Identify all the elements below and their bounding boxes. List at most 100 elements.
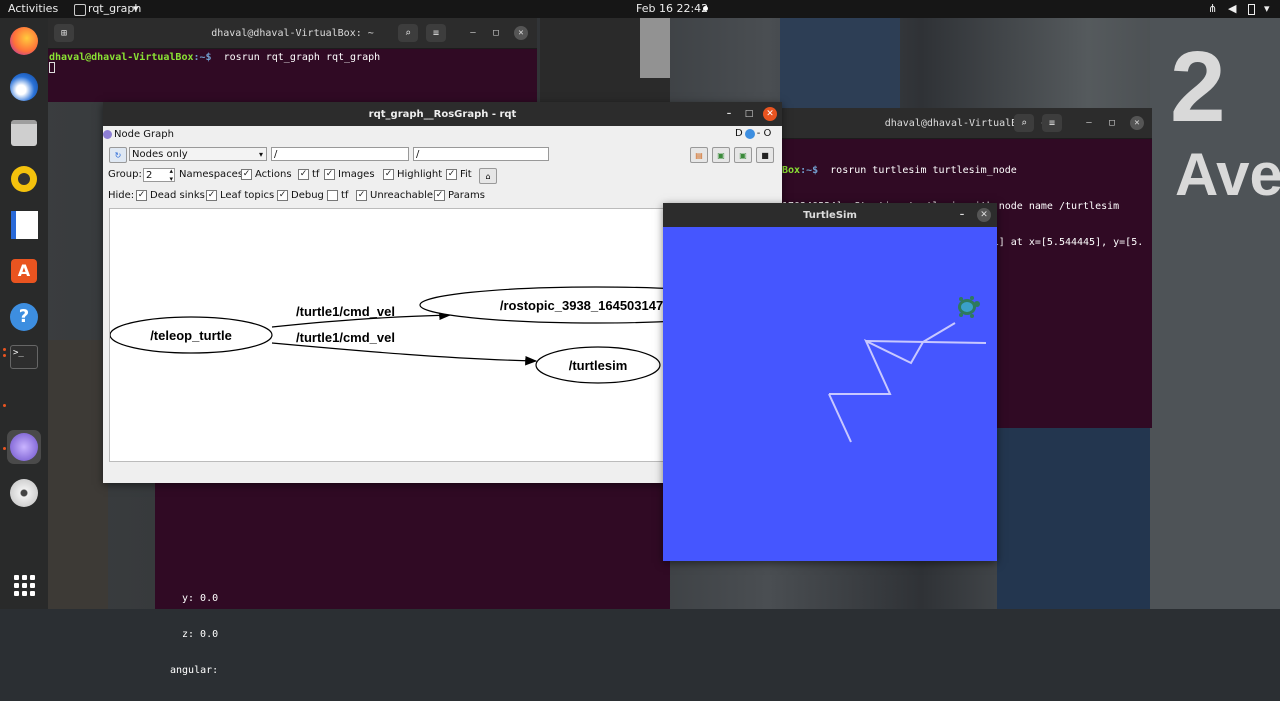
topic-filter-input[interactable]: / xyxy=(413,147,549,161)
info-icon[interactable] xyxy=(744,128,755,139)
software-center-icon[interactable]: A xyxy=(7,254,41,288)
terminal-titlebar[interactable]: dhaval@dhaval-VirtualBox: ~ ⌕ ≡ – □ ✕ xyxy=(780,108,1152,139)
edge-label[interactable]: /turtle1/cmd_vel xyxy=(296,330,395,345)
clock[interactable]: Feb 16 22:42 xyxy=(636,2,708,15)
save-svg-icon[interactable]: ▣ xyxy=(734,147,752,163)
chevron-down-icon[interactable]: ▾ xyxy=(133,2,139,15)
show-applications-icon[interactable] xyxy=(7,568,41,602)
files-icon[interactable] xyxy=(7,116,41,150)
terminal-window-1-body[interactable]: y: 0.0 z: 0.0 angular: xyxy=(155,483,670,676)
wallpaper-light xyxy=(640,18,670,78)
node-label[interactable]: /turtlesim xyxy=(569,358,628,373)
tf-hide-checkbox[interactable]: tf xyxy=(327,190,348,201)
terminal-line: z: 0.0 xyxy=(182,629,219,640)
wallpaper-panel xyxy=(780,18,900,108)
edge-label[interactable]: /turtle1/cmd_vel xyxy=(296,304,395,319)
turtle-trail xyxy=(828,393,852,443)
search-icon[interactable]: ⌕ xyxy=(1014,114,1034,132)
terminal-title: dhaval@dhaval-VirtualBox: ~ xyxy=(211,27,374,39)
rqt-icon[interactable] xyxy=(7,430,41,464)
network-icon[interactable]: ⋔ xyxy=(1208,2,1217,15)
wallpaper-wall xyxy=(997,428,1150,609)
terminal-cursor xyxy=(49,62,55,73)
leaf-topics-checkbox[interactable]: ✓ Leaf topics xyxy=(206,190,274,201)
minimize-icon[interactable]: – xyxy=(466,26,480,40)
images-checkbox[interactable]: ✓ Images xyxy=(324,169,375,180)
dead-sinks-checkbox[interactable]: ✓ Dead sinks xyxy=(136,190,205,201)
minimize-icon[interactable]: – xyxy=(955,208,969,222)
terminal-window-1[interactable]: ⊞ dhaval@dhaval-VirtualBox: ~ ⌕ ≡ – □ ✕ … xyxy=(48,18,537,102)
thunderbird-icon[interactable] xyxy=(7,70,41,104)
node-label[interactable]: /teleop_turtle xyxy=(150,328,232,343)
running-indicator xyxy=(3,404,6,407)
minimize-icon[interactable]: – xyxy=(722,107,736,121)
unreachable-checkbox[interactable]: ✓ Unreachable xyxy=(356,190,433,201)
highlight-checkbox[interactable]: ✓ Highlight xyxy=(383,169,442,180)
battery-icon[interactable] xyxy=(1248,4,1255,15)
activities-button[interactable]: Activities xyxy=(8,2,58,15)
wallpaper-floor xyxy=(48,340,108,609)
close-icon[interactable]: ✕ xyxy=(514,26,528,40)
rhythmbox-icon[interactable] xyxy=(7,162,41,196)
terminal-line: y: 0.0 xyxy=(182,593,219,604)
turtlesim-title: TurtleSim xyxy=(803,209,857,221)
panel-controls[interactable]: D - O xyxy=(735,128,771,139)
panel-title: Node Graph xyxy=(114,129,174,140)
running-indicator xyxy=(3,447,6,450)
wallpaper-sign-text-2: Ave xyxy=(1175,141,1280,208)
load-dot-icon[interactable]: ▤ xyxy=(690,147,708,163)
close-icon[interactable]: ✕ xyxy=(763,107,777,121)
tf-checkbox[interactable]: ✓ tf xyxy=(298,169,319,180)
help-icon[interactable]: ? xyxy=(7,300,41,334)
new-tab-icon[interactable]: ⊞ xyxy=(54,24,74,42)
search-icon[interactable]: ⌕ xyxy=(398,24,418,42)
dock-toggle-button[interactable]: D xyxy=(735,128,743,139)
terminal-titlebar[interactable]: ⊞ dhaval@dhaval-VirtualBox: ~ ⌕ ≡ – □ ✕ xyxy=(48,18,537,49)
group-spinbox[interactable]: 2 ▴ ▾ xyxy=(143,167,175,183)
volume-icon[interactable]: ◀ xyxy=(1228,2,1236,15)
turtlesim-canvas xyxy=(663,227,997,561)
system-menu-chevron-icon[interactable]: ▾ xyxy=(1264,2,1270,15)
running-indicator xyxy=(3,354,6,357)
hide-label: Hide: xyxy=(108,190,135,201)
turtle-trail xyxy=(829,322,956,395)
close-icon[interactable]: ✕ xyxy=(1130,116,1144,130)
dock: A ? >_ xyxy=(0,18,48,609)
close-icon[interactable]: ✕ xyxy=(977,208,991,222)
debug-checkbox[interactable]: ✓ Debug xyxy=(277,190,324,201)
maximize-icon[interactable]: □ xyxy=(742,107,756,121)
dvd-icon[interactable] xyxy=(7,476,41,510)
node-graph-header: Node Graph xyxy=(103,129,174,140)
menu-icon[interactable]: ≡ xyxy=(1042,114,1062,132)
rqt-titlebar[interactable]: rqt_graph__RosGraph - rqt – □ ✕ xyxy=(103,102,782,126)
refresh-icon[interactable]: ↻ xyxy=(109,147,127,163)
node-filter-input[interactable]: / xyxy=(271,147,409,161)
libreoffice-writer-icon[interactable] xyxy=(7,208,41,242)
fit-checkbox[interactable]: ✓ Fit xyxy=(446,169,472,180)
maximize-icon[interactable]: □ xyxy=(1105,116,1119,130)
menu-icon[interactable]: ≡ xyxy=(426,24,446,42)
minimize-icon[interactable]: – xyxy=(1082,116,1096,130)
fit-view-icon[interactable]: ⌂ xyxy=(479,168,497,184)
save-image-icon[interactable]: ■ xyxy=(756,147,774,163)
panel-close-button[interactable]: - O xyxy=(757,128,772,139)
group-label: Group: xyxy=(108,169,142,180)
turtlesim-window[interactable]: TurtleSim – ✕ xyxy=(663,203,997,561)
save-dot-icon[interactable]: ▣ xyxy=(712,147,730,163)
firefox-icon[interactable] xyxy=(7,24,41,58)
params-checkbox[interactable]: ✓ Params xyxy=(434,190,485,201)
actions-checkbox[interactable]: ✓ Actions xyxy=(241,169,292,180)
app-icon xyxy=(74,4,86,16)
top-bar: Activities rqt_graph ▾ Feb 16 22:42 ⋔ ◀ … xyxy=(0,0,1280,18)
notification-dot-icon xyxy=(703,6,708,11)
rqt-title: rqt_graph__RosGraph - rqt xyxy=(368,108,517,120)
maximize-icon[interactable]: □ xyxy=(489,26,503,40)
mode-select[interactable]: Nodes only ▾ xyxy=(129,147,267,161)
turtle-icon xyxy=(958,296,980,318)
turtlesim-titlebar[interactable]: TurtleSim – ✕ xyxy=(663,203,997,227)
terminal-icon[interactable]: >_ xyxy=(7,340,41,374)
namespaces-label: Namespaces xyxy=(179,169,244,180)
wallpaper-sign-text: 2 xyxy=(1170,31,1226,143)
graph-edge[interactable] xyxy=(271,342,538,366)
turtle-path xyxy=(828,296,987,443)
